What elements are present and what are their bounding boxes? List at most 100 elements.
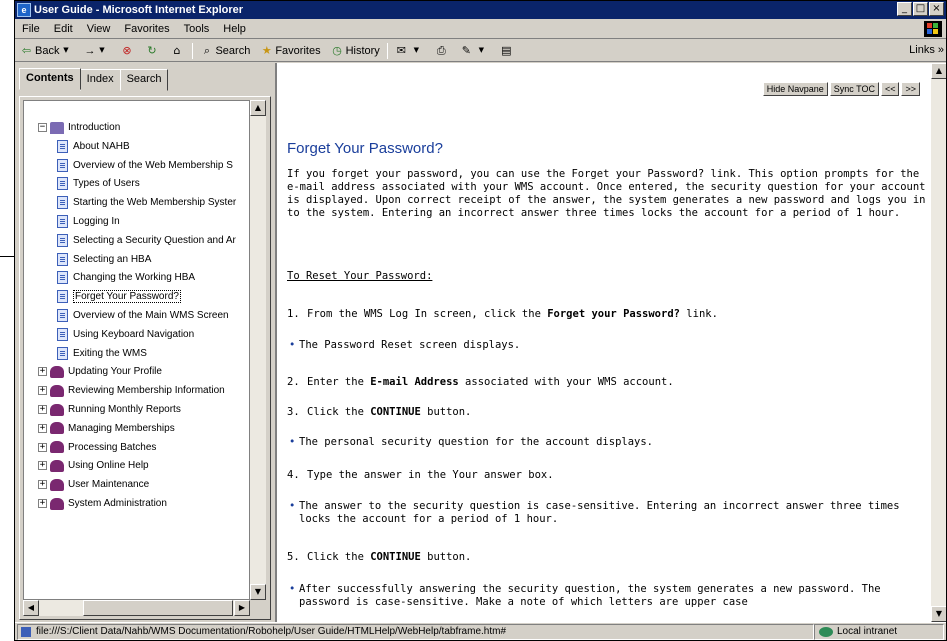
tree-item-label: Selecting an HBA bbox=[73, 253, 152, 265]
scroll-thumb[interactable] bbox=[83, 600, 233, 616]
nav-tabs: Contents Index Search bbox=[19, 68, 169, 91]
edit-icon: ✎ bbox=[461, 44, 471, 57]
discuss-icon: ▤ bbox=[501, 44, 512, 57]
tree-item[interactable]: + Using Online Help bbox=[38, 457, 149, 474]
tree-item[interactable]: Logging In bbox=[57, 213, 120, 230]
home-button[interactable]: ⌂ bbox=[165, 44, 190, 57]
tab-search[interactable]: Search bbox=[119, 69, 169, 91]
tab-contents[interactable]: Contents bbox=[19, 68, 81, 90]
history-button[interactable]: ◷ History bbox=[326, 44, 385, 57]
expand-icon[interactable]: + bbox=[38, 480, 47, 490]
print-button[interactable]: ⎙ bbox=[430, 44, 455, 57]
menu-view[interactable]: View bbox=[80, 23, 118, 35]
history-icon: ◷ bbox=[332, 44, 342, 57]
collapse-icon[interactable]: − bbox=[38, 123, 47, 132]
tree-item[interactable]: Selecting a Security Question and Ar bbox=[57, 232, 236, 249]
favorites-button[interactable]: ★ Favorites bbox=[255, 44, 325, 57]
page-icon bbox=[57, 346, 68, 360]
expand-icon[interactable]: + bbox=[38, 386, 47, 396]
expand-icon[interactable]: + bbox=[38, 423, 47, 433]
tree-item[interactable]: Overview of the Web Membership S bbox=[57, 157, 233, 174]
tree-vertical-scrollbar[interactable]: ▲ ▼ bbox=[250, 100, 266, 600]
browser-window: e User Guide - Microsoft Internet Explor… bbox=[14, 0, 947, 641]
expand-icon[interactable]: + bbox=[38, 405, 47, 414]
tree-item[interactable]: Overview of the Main WMS Screen bbox=[57, 307, 229, 324]
menu-tools[interactable]: Tools bbox=[177, 23, 217, 35]
discuss-button[interactable]: ▤ bbox=[495, 44, 520, 57]
scroll-right-button[interactable]: ▶ bbox=[234, 600, 250, 616]
tree-item[interactable]: + Running Monthly Reports bbox=[38, 401, 181, 418]
chevron-down-icon: ▼ bbox=[413, 46, 419, 54]
tree-item[interactable]: Changing the Working HBA bbox=[57, 269, 195, 286]
menu-edit[interactable]: Edit bbox=[47, 23, 80, 35]
scroll-down-button[interactable]: ▼ bbox=[250, 584, 266, 600]
scroll-up-button[interactable]: ▲ bbox=[931, 63, 946, 79]
mail-button[interactable]: ✉ ▼ bbox=[390, 44, 430, 57]
bullet-icon: • bbox=[289, 583, 296, 595]
intro-paragraph: If you forget your password, you can use… bbox=[287, 168, 926, 219]
tree-item[interactable]: About NAHB bbox=[57, 138, 130, 155]
page-icon bbox=[57, 215, 68, 228]
previous-topic-button[interactable]: << bbox=[880, 82, 900, 96]
tree-item[interactable]: + System Administration bbox=[38, 495, 167, 512]
tree-item[interactable]: + Reviewing Membership Information bbox=[38, 382, 225, 399]
tree-item[interactable]: − Introduction bbox=[38, 119, 120, 136]
tree-item[interactable]: + Processing Batches bbox=[38, 439, 156, 456]
expand-icon[interactable]: + bbox=[38, 442, 47, 452]
back-arrow-icon: ⇦ bbox=[21, 44, 32, 57]
tree-item-label: Running Monthly Reports bbox=[68, 404, 181, 415]
status-url: file:///S:/Client Data/Nahb/WMS Document… bbox=[17, 624, 814, 640]
hide-navpane-button[interactable]: Hide Navpane bbox=[762, 82, 828, 96]
menu-help[interactable]: Help bbox=[216, 23, 253, 35]
tree-item[interactable]: Selecting an HBA bbox=[57, 251, 151, 268]
scroll-track[interactable] bbox=[931, 79, 946, 606]
bullet-2: • The personal security question for the … bbox=[289, 436, 654, 448]
scroll-left-button[interactable]: ◀ bbox=[23, 600, 39, 616]
tree-item[interactable]: Exiting the WMS bbox=[57, 345, 147, 362]
tree-item[interactable]: + User Maintenance bbox=[38, 476, 149, 493]
page-icon bbox=[57, 233, 68, 247]
tree-item[interactable]: Starting the Web Membership Syster bbox=[57, 194, 236, 211]
expand-icon[interactable]: + bbox=[38, 461, 47, 471]
close-button[interactable]: × bbox=[929, 2, 944, 16]
status-bar: file:///S:/Client Data/Nahb/WMS Document… bbox=[15, 622, 946, 640]
menu-favorites[interactable]: Favorites bbox=[117, 23, 176, 35]
topic-vertical-scrollbar[interactable]: ▲ ▼ bbox=[930, 63, 946, 622]
chevron-down-icon: ▼ bbox=[63, 46, 69, 54]
edit-button[interactable]: ✎ ▼ bbox=[455, 44, 495, 57]
tree-item[interactable]: + Managing Memberships bbox=[38, 420, 175, 437]
back-button[interactable]: ⇦ Back ▼ bbox=[15, 44, 79, 57]
page-icon bbox=[21, 627, 31, 637]
tree-item-label: Logging In bbox=[73, 216, 120, 227]
tree-item-label: Using Online Help bbox=[68, 460, 149, 472]
tree-item-label: Forget Your Password? bbox=[73, 290, 181, 304]
search-button[interactable]: ⌕ Search bbox=[195, 44, 255, 57]
tree-item-selected[interactable]: Forget Your Password? bbox=[57, 288, 181, 305]
forward-button[interactable]: → ▼ bbox=[79, 44, 115, 57]
links-button[interactable]: Links » bbox=[909, 44, 944, 56]
tree-item[interactable]: + Updating Your Profile bbox=[38, 363, 162, 380]
step-3: 3. Click the CONTINUE button. bbox=[287, 406, 472, 418]
menu-file[interactable]: File bbox=[15, 23, 47, 35]
tree-item-label: Changing the Working HBA bbox=[73, 272, 196, 284]
bullet-3: • The answer to the security question is … bbox=[289, 500, 900, 525]
scroll-up-button[interactable]: ▲ bbox=[250, 100, 266, 116]
tree-item[interactable]: Using Keyboard Navigation bbox=[57, 326, 194, 343]
next-topic-button[interactable]: >> bbox=[901, 82, 920, 96]
tree-horizontal-scrollbar[interactable]: ◀ ▶ bbox=[23, 600, 250, 616]
page-icon bbox=[57, 309, 68, 322]
stop-button[interactable]: ⊗ bbox=[115, 44, 140, 57]
expand-icon[interactable]: + bbox=[38, 499, 47, 508]
minimize-button[interactable]: _ bbox=[897, 2, 912, 16]
tab-index[interactable]: Index bbox=[79, 69, 121, 91]
window-title: User Guide - Microsoft Internet Explorer bbox=[34, 4, 244, 16]
refresh-button[interactable]: ↻ bbox=[140, 44, 165, 57]
expand-icon[interactable]: + bbox=[38, 367, 47, 377]
toolbar-separator bbox=[192, 42, 194, 59]
tree-item-label: About NAHB bbox=[73, 140, 130, 152]
sync-toc-button[interactable]: Sync TOC bbox=[829, 82, 879, 96]
scroll-down-button[interactable]: ▼ bbox=[931, 606, 946, 622]
bullet-icon: • bbox=[289, 500, 296, 512]
maximize-button[interactable]: □ bbox=[913, 2, 928, 16]
tree-item[interactable]: Types of Users bbox=[57, 175, 140, 192]
